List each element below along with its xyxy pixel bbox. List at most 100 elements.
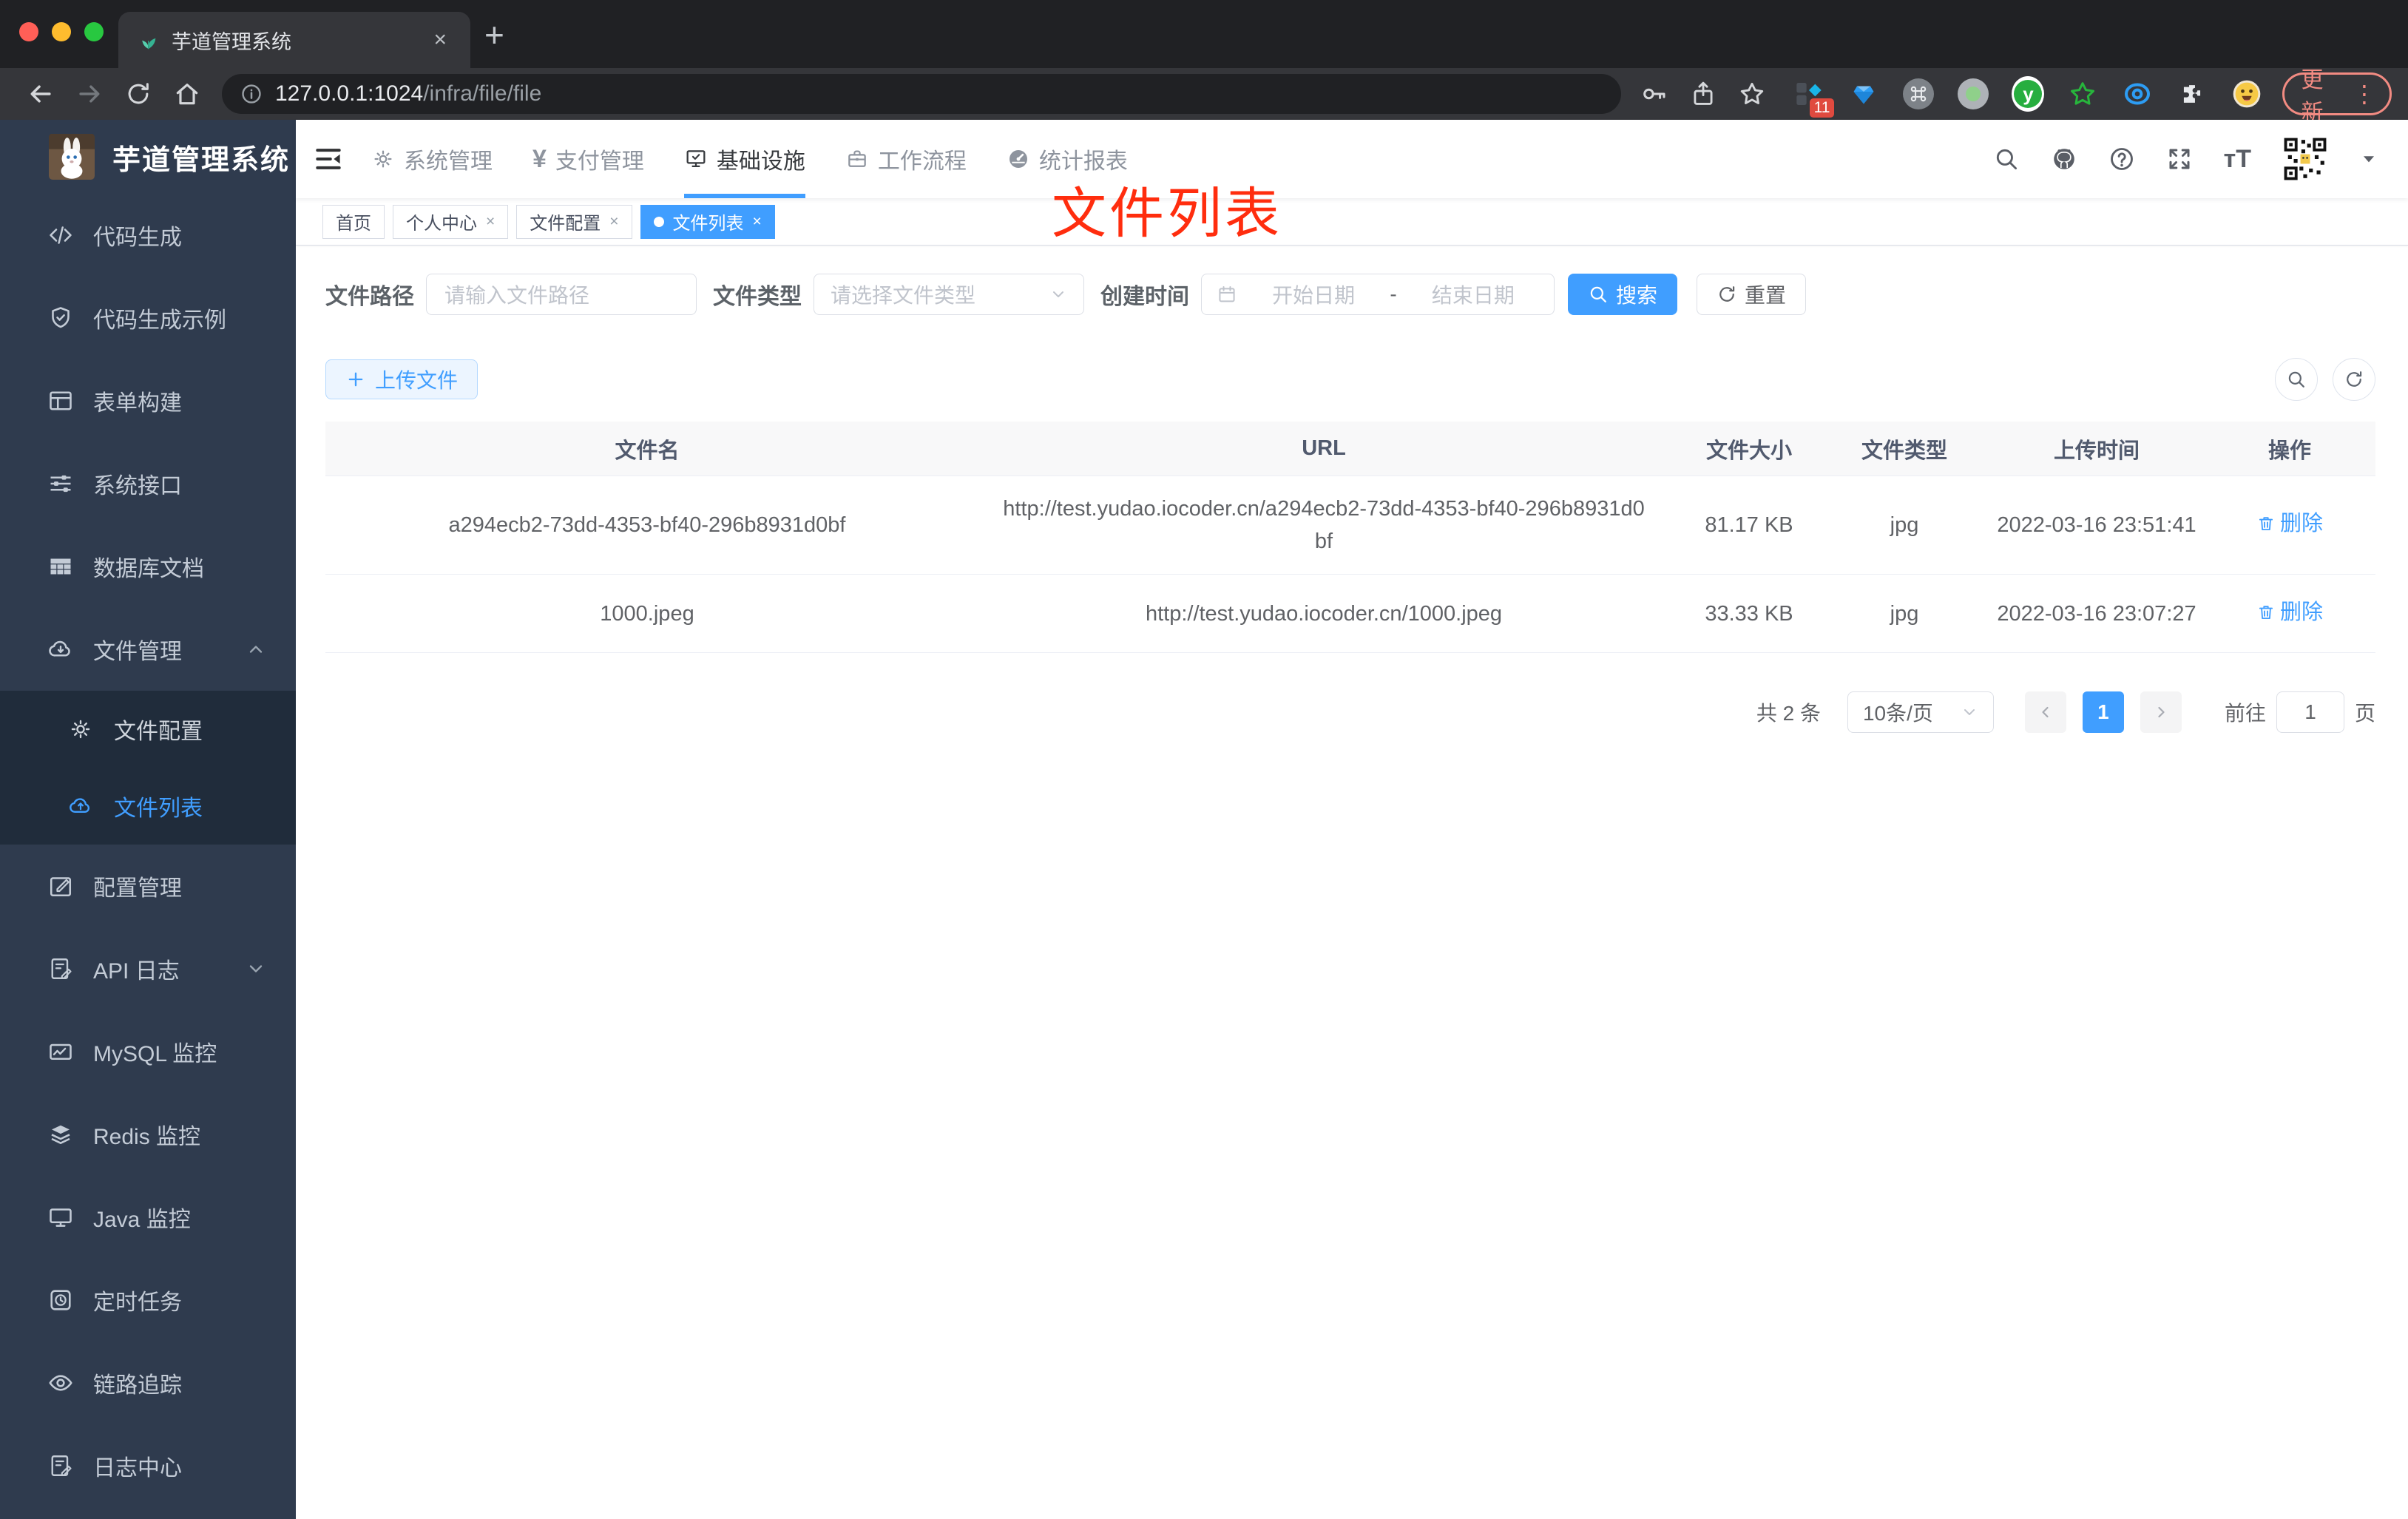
sidebar-item-db-doc[interactable]: 数据库文档 [0, 525, 296, 608]
prev-page-button[interactable] [2024, 691, 2066, 733]
eye-extension-icon[interactable] [2121, 78, 2154, 110]
command-extension-icon[interactable] [1902, 78, 1935, 110]
reset-button[interactable]: 重置 [1697, 274, 1807, 315]
site-info-icon[interactable] [240, 82, 263, 106]
search-icon [2288, 371, 2304, 388]
file-path-input[interactable]: 请输入文件路径 [426, 274, 697, 315]
back-icon[interactable] [27, 80, 55, 108]
sidebar-item-config-management[interactable]: 配置管理 [0, 845, 296, 927]
sidebar-logo-row[interactable]: 芋道管理系统 [0, 120, 296, 194]
y-green-extension-icon[interactable]: y [2012, 76, 2045, 112]
start-date-input[interactable]: 开始日期 [1248, 280, 1379, 309]
help-icon[interactable] [2108, 146, 2135, 172]
delete-button[interactable]: 删除 [2256, 507, 2323, 540]
close-window-button[interactable] [19, 22, 38, 41]
new-tab-button[interactable]: + [484, 15, 504, 55]
plus-icon [348, 372, 363, 387]
chevron-right-icon [2158, 706, 2165, 718]
header-actions: ᴛT [1993, 136, 2378, 182]
maximize-window-button[interactable] [84, 22, 104, 41]
cell-url: http://test.yudao.iocoder.cn/1000.jpeg [1145, 601, 1503, 626]
sidebar-item-log-center[interactable]: 日志中心 [0, 1424, 296, 1507]
tampermonkey-extension-icon[interactable]: 11 [1793, 78, 1835, 118]
extensions-puzzle-icon[interactable] [2176, 78, 2208, 110]
date-range-picker[interactable]: 开始日期 - 结束日期 [1201, 274, 1555, 315]
sidebar-item-file-list[interactable]: 文件列表 [0, 768, 296, 845]
file-type-label: 文件类型 [713, 285, 802, 309]
tag-file-list[interactable]: 文件列表 × [640, 204, 775, 239]
gear-icon [374, 150, 392, 168]
minimize-window-button[interactable] [52, 22, 71, 41]
nav-item-workflow[interactable]: 工作流程 [845, 120, 967, 198]
page-size-select[interactable]: 10条/页 [1847, 691, 1994, 733]
bookmark-star-icon[interactable] [1738, 80, 1766, 108]
home-icon[interactable] [173, 80, 201, 108]
search-icon[interactable] [1993, 146, 2020, 172]
caret-down-icon[interactable] [2359, 149, 2378, 169]
github-icon[interactable] [2051, 146, 2077, 172]
chevron-left-icon [2042, 706, 2049, 718]
sidebar-item-code-gen-example[interactable]: 代码生成示例 [0, 277, 296, 359]
reload-icon[interactable] [124, 80, 152, 108]
tag-close-icon[interactable]: × [609, 213, 618, 231]
browser-menu-icon[interactable]: ⋮ [2353, 80, 2376, 108]
jump-page-input[interactable]: 1 [2276, 691, 2344, 733]
jump-suffix: 页 [2354, 702, 2375, 725]
font-size-icon[interactable]: ᴛT [2224, 145, 2251, 174]
recorder-extension-icon[interactable] [1957, 78, 1989, 110]
forward-icon[interactable] [75, 80, 104, 108]
browser-tab-title: 芋道管理系统 [172, 30, 291, 53]
next-page-button[interactable] [2140, 691, 2182, 733]
extension-icons: 11 y [1793, 76, 2263, 118]
delete-button[interactable]: 删除 [2256, 596, 2323, 629]
tag-file-config[interactable]: 文件配置 × [516, 204, 632, 239]
toggle-search-button[interactable] [2275, 358, 2318, 401]
sidebar-collapse-icon[interactable] [312, 143, 345, 175]
url-path: /infra/file/file [423, 81, 542, 106]
tag-home[interactable]: 首页 [322, 204, 385, 239]
avatar[interactable] [2282, 136, 2328, 182]
tab-close-icon[interactable]: × [429, 27, 451, 53]
fullscreen-icon[interactable] [2166, 146, 2193, 172]
sidebar-item-java-monitor[interactable]: Java 监控 [0, 1176, 296, 1259]
eye-icon [49, 1375, 72, 1391]
cell-uploadtime: 2022-03-16 23:07:27 [1997, 601, 2196, 626]
tag-profile[interactable]: 个人中心 × [393, 204, 509, 239]
profile-avatar-icon[interactable] [2231, 78, 2263, 110]
sidebar-item-system-api[interactable]: 系统接口 [0, 442, 296, 525]
nav-item-payment-management[interactable]: ¥ 支付管理 [532, 120, 644, 198]
chart-box-icon [50, 1043, 72, 1060]
browser-update-button[interactable]: 更新 ⋮ [2282, 68, 2392, 125]
sidebar-item-file-management[interactable]: 文件管理 [0, 608, 296, 691]
star-extension-icon[interactable] [2066, 78, 2099, 110]
sidebar-item-scheduled-tasks[interactable]: 定时任务 [0, 1259, 296, 1342]
browser-chrome: 芋道管理系统 × + 127.0.0.1:1024/infra/file/fil… [0, 0, 2408, 125]
end-date-input[interactable]: 结束日期 [1407, 280, 1539, 309]
sidebar-item-api-log[interactable]: API 日志 [0, 927, 296, 1010]
refresh-icon [2347, 371, 2362, 387]
browser-tab[interactable]: 芋道管理系统 × [118, 12, 470, 68]
top-nav: 系统管理 ¥ 支付管理 基础设施 工作流程 统计报表 [371, 120, 1168, 198]
monitor-icon [50, 1208, 72, 1227]
nav-item-system-management[interactable]: 系统管理 [371, 120, 493, 198]
gauge-icon [1008, 149, 1029, 169]
upload-file-button[interactable]: 上传文件 [325, 359, 478, 399]
address-bar[interactable]: 127.0.0.1:1024/infra/file/file [222, 74, 1622, 114]
sidebar-item-trace[interactable]: 链路追踪 [0, 1342, 296, 1424]
sidebar-item-file-config[interactable]: 文件配置 [0, 691, 296, 768]
tag-close-icon[interactable]: × [753, 213, 762, 231]
col-header-uploadtime: 上传时间 [2053, 439, 2140, 463]
sidebar-item-code-generation[interactable]: 代码生成 [0, 194, 296, 277]
gem-extension-icon[interactable] [1847, 78, 1880, 110]
sidebar-item-mysql-monitor[interactable]: MySQL 监控 [0, 1010, 296, 1093]
tag-close-icon[interactable]: × [486, 213, 495, 231]
file-type-select[interactable]: 请选择文件类型 [814, 274, 1084, 315]
refresh-table-button[interactable] [2333, 358, 2375, 401]
nav-item-infrastructure[interactable]: 基础设施 [683, 120, 805, 198]
search-button[interactable]: 搜索 [1568, 274, 1678, 315]
share-icon[interactable] [1689, 80, 1717, 108]
sidebar-item-form-builder[interactable]: 表单构建 [0, 359, 296, 442]
page-number-current[interactable]: 1 [2082, 691, 2124, 733]
sidebar-item-redis-monitor[interactable]: Redis 监控 [0, 1093, 296, 1176]
password-key-icon[interactable] [1640, 80, 1668, 108]
